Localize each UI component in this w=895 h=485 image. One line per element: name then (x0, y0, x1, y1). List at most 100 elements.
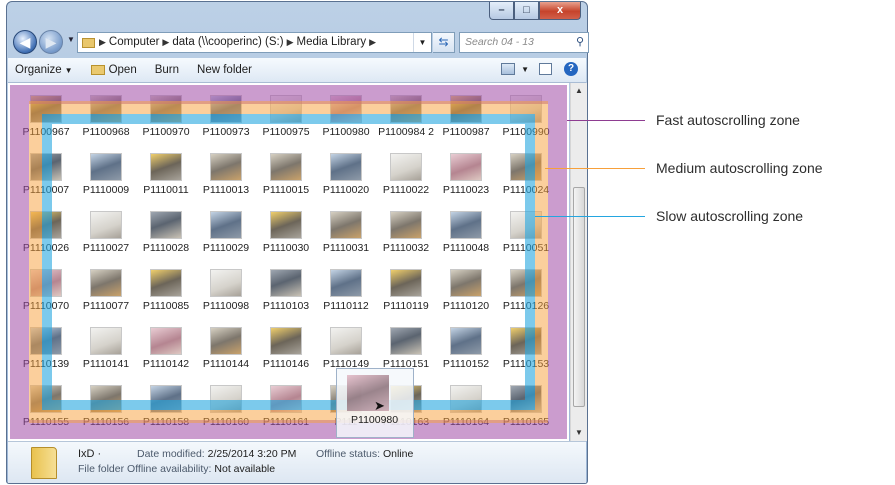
open-button[interactable]: Open (90, 64, 137, 76)
forward-button[interactable]: ▶ (39, 30, 63, 54)
photo-thumbnail (210, 95, 242, 123)
file-item[interactable]: P1110146 (256, 317, 316, 375)
maximize-button[interactable]: □ (514, 2, 539, 20)
vertical-scrollbar[interactable]: ▲ ▼ (570, 83, 587, 441)
file-item[interactable]: P1110156 (76, 375, 136, 433)
chevron-down-icon[interactable]: ▼ (521, 65, 529, 74)
close-button[interactable]: x (539, 2, 581, 20)
photo-thumbnail (450, 327, 482, 355)
minimize-button[interactable]: – (489, 2, 514, 20)
new-folder-button[interactable]: New folder (197, 64, 252, 76)
chevron-right-icon[interactable]: ▶ (99, 33, 106, 52)
file-item[interactable]: P1110077 (76, 259, 136, 317)
file-item[interactable]: P1110085 (136, 259, 196, 317)
file-item[interactable]: P1100973 (196, 85, 256, 143)
burn-button[interactable]: Burn (155, 64, 179, 76)
file-item[interactable]: P1110152 (436, 317, 496, 375)
chevron-right-icon[interactable]: ▶ (287, 33, 294, 52)
breadcrumb-computer[interactable]: Computer (109, 33, 160, 52)
explorer-window: – □ x ◀ ▶ ▼ ▶ Computer ▶ data (\\cooperi… (6, 1, 589, 484)
file-item[interactable]: P1110030 (256, 201, 316, 259)
refresh-button[interactable]: ⇆ (433, 32, 455, 53)
preview-pane-icon[interactable] (539, 63, 552, 75)
burn-label: Burn (154, 64, 180, 76)
file-name: P1100990 (502, 126, 550, 138)
file-item[interactable]: P1110161 (256, 375, 316, 433)
file-item[interactable]: P1110027 (76, 201, 136, 259)
file-item[interactable]: P1110020 (316, 143, 376, 201)
file-item[interactable]: P1110103 (256, 259, 316, 317)
file-item[interactable]: P1110126 (496, 259, 556, 317)
file-item[interactable]: P1110164 (436, 375, 496, 433)
file-item[interactable]: P1100975 (256, 85, 316, 143)
file-item[interactable]: P1110098 (196, 259, 256, 317)
file-item[interactable]: P1100967 (16, 85, 76, 143)
file-item[interactable]: P1110160 (196, 375, 256, 433)
file-item[interactable]: P1110151 (376, 317, 436, 375)
chevron-right-icon[interactable]: ▶ (162, 33, 169, 52)
file-item[interactable]: P1110141 (76, 317, 136, 375)
file-item[interactable]: P1100970 (136, 85, 196, 143)
search-icon[interactable]: ⚲ (576, 33, 584, 52)
help-icon[interactable]: ? (564, 62, 578, 76)
file-item[interactable]: P1110048 (436, 201, 496, 259)
address-dropdown-icon[interactable]: ▼ (413, 33, 431, 52)
breadcrumb-drive[interactable]: data (\\cooperinc) (S:) (172, 33, 283, 52)
slow-zone-label: Slow autoscrolling zone (656, 208, 804, 224)
file-item[interactable]: P1110031 (316, 201, 376, 259)
file-item[interactable]: P1110024 (496, 143, 556, 201)
file-item[interactable]: P1110009 (76, 143, 136, 201)
file-item[interactable]: P1110023 (436, 143, 496, 201)
address-bar[interactable]: ▶ Computer ▶ data (\\cooperinc) (S:) ▶ M… (77, 32, 432, 53)
file-item[interactable]: P1110013 (196, 143, 256, 201)
scroll-up-arrow-icon[interactable]: ▲ (571, 83, 587, 99)
title-bar[interactable]: – □ x (7, 2, 587, 28)
file-name: P1110146 (262, 358, 310, 370)
file-item[interactable]: P1110149 (316, 317, 376, 375)
file-item[interactable]: P1110112 (316, 259, 376, 317)
change-view-icon[interactable] (501, 63, 516, 75)
chevron-right-icon[interactable]: ▶ (369, 33, 376, 52)
file-item[interactable]: P1110139 (16, 317, 76, 375)
date-modified: Date modified: 2/25/2014 3:20 PM (137, 448, 296, 460)
file-item[interactable]: P1110015 (256, 143, 316, 201)
breadcrumb-media-library[interactable]: Media Library (296, 33, 366, 52)
offline-status-label: Offline status: (316, 448, 381, 460)
file-item[interactable]: P1110070 (16, 259, 76, 317)
organize-button[interactable]: Organize ▼ (15, 64, 73, 76)
file-item[interactable]: P1100980 (316, 85, 376, 143)
file-item[interactable]: P1110144 (196, 317, 256, 375)
file-item[interactable]: P1110142 (136, 317, 196, 375)
file-name: P1110032 (382, 242, 430, 254)
file-item[interactable]: P1110022 (376, 143, 436, 201)
offline-availability-value: Not available (214, 463, 276, 475)
file-item[interactable]: P1110032 (376, 201, 436, 259)
file-item[interactable]: P1100987 (436, 85, 496, 143)
scrollbar-thumb[interactable] (573, 187, 585, 407)
file-name: P1100987 (442, 126, 490, 138)
file-item[interactable]: P1110119 (376, 259, 436, 317)
file-item[interactable]: P1110051 (496, 201, 556, 259)
file-item[interactable]: P1110007 (16, 143, 76, 201)
file-item[interactable]: P1110028 (136, 201, 196, 259)
file-item[interactable]: P1100984 2 (376, 85, 436, 143)
file-item[interactable]: P1100990 (496, 85, 556, 143)
file-item[interactable]: P1110158 (136, 375, 196, 433)
file-list-pane[interactable]: P1100967 P1100968 P1100970 P1100973 P1100975… (8, 83, 569, 441)
item-type: File folder (78, 463, 125, 475)
file-item[interactable]: P1110155 (16, 375, 76, 433)
recent-pages-chevron-down-icon[interactable]: ▼ (67, 35, 75, 44)
search-input[interactable]: Search 04 - 13 ⚲ (459, 32, 589, 53)
back-button[interactable]: ◀ (13, 30, 37, 54)
scroll-down-arrow-icon[interactable]: ▼ (571, 425, 587, 441)
file-item[interactable]: P1100968 (76, 85, 136, 143)
file-item[interactable]: P1110165 (496, 375, 556, 433)
chevron-down-icon: ▼ (64, 65, 73, 75)
file-item[interactable]: P1110153 (496, 317, 556, 375)
file-name: P1110152 (442, 358, 490, 370)
file-item[interactable]: P1110029 (196, 201, 256, 259)
file-item[interactable]: P1110011 (136, 143, 196, 201)
photo-thumbnail (30, 153, 62, 181)
file-item[interactable]: P1110120 (436, 259, 496, 317)
file-item[interactable]: P1110026 (16, 201, 76, 259)
